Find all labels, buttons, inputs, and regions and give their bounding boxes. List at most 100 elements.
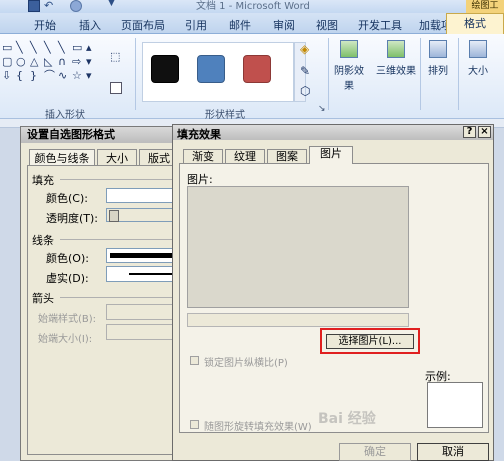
redo-icon[interactable] <box>70 0 82 12</box>
help-button[interactable]: ? <box>463 126 476 138</box>
shape-rect-icon[interactable]: ▭ <box>72 42 82 53</box>
size-label: 大小 <box>468 66 488 77</box>
picture-name-field <box>187 313 409 327</box>
shape-oval-icon[interactable]: ○ <box>16 56 26 67</box>
undo-icon[interactable]: ↶ <box>44 0 53 12</box>
shape-arrow-icon[interactable]: ⇩ <box>2 70 11 81</box>
style-swatch-red[interactable] <box>243 55 271 83</box>
colors-lines-panel: 填充 颜色(C): 透明度(T): 线条 颜色(O): 虚实(D): 箭头 始端… <box>27 165 187 455</box>
section-divider <box>60 239 180 240</box>
3d-effects-label: 三维效果 <box>376 66 416 77</box>
shapes-scroll-up-icon[interactable]: ▴ <box>86 42 92 53</box>
shape-rounded-rect-icon[interactable]: ▢ <box>2 56 12 67</box>
picture-preview-area <box>187 186 409 308</box>
tab-page-layout[interactable]: 页面布局 <box>121 17 165 33</box>
save-icon[interactable] <box>28 0 40 12</box>
shadow-effects-button[interactable]: 阴影效果 <box>331 38 367 98</box>
arrange-label: 排列 <box>428 66 448 77</box>
fill-section-title: 填充 <box>32 174 54 187</box>
shape-curve-icon[interactable]: ∿ <box>58 70 67 81</box>
picture-label: 图片: <box>187 173 213 186</box>
quick-access-more-icon[interactable]: ▼ <box>108 0 115 8</box>
dash-label: 虚实(D): <box>46 272 89 285</box>
arrange-icon <box>429 40 447 58</box>
tab-developer[interactable]: 开发工具 <box>358 17 402 33</box>
change-shape-icon[interactable]: ⬡ <box>300 84 310 98</box>
drawing-tools-context-label: 绘图工 <box>466 0 504 13</box>
lock-aspect-label: 锁定图片纵横比(P) <box>204 358 288 369</box>
transparency-label: 透明度(T): <box>46 212 99 225</box>
section-divider <box>60 179 180 180</box>
tab-references[interactable]: 引用 <box>185 17 207 33</box>
cancel-button[interactable]: 取消 <box>417 443 489 461</box>
tab-colors-lines[interactable]: 颜色与线条 <box>29 149 95 166</box>
ribbon-separator <box>328 38 329 110</box>
tab-mailings[interactable]: 邮件 <box>229 17 251 33</box>
tab-home[interactable]: 开始 <box>34 17 56 33</box>
shapes-scroll-down-icon[interactable]: ▾ <box>86 56 92 67</box>
edit-points-icon[interactable]: ⬚ <box>110 50 120 63</box>
fill-color-label: 颜色(C): <box>46 192 88 205</box>
fill-bucket-icon[interactable]: ◈ <box>300 42 309 56</box>
tab-format[interactable]: 格式 <box>446 13 504 34</box>
style-swatch-black[interactable] <box>151 55 179 83</box>
3d-effects-button[interactable]: 三维效果 <box>376 38 416 98</box>
shadow-effects-icon <box>340 40 358 58</box>
tab-picture[interactable]: 图片 <box>309 146 353 164</box>
shadow-effects-label: 阴影效果 <box>334 66 364 92</box>
picture-panel: 图片: 选择图片(L)... 锁定图片纵横比(P) 示例: 随图形旋转填充效果(… <box>179 163 489 433</box>
slider-thumb[interactable] <box>109 210 119 222</box>
shape-line-icon[interactable]: ╲ <box>58 42 65 53</box>
select-picture-button[interactable]: 选择图片(L)... <box>326 334 414 349</box>
lock-aspect-checkbox[interactable] <box>190 356 199 365</box>
shape-line-icon[interactable]: ╲ <box>16 42 23 53</box>
shape-brace-icon[interactable]: { <box>16 70 23 81</box>
fill-effects-title-bar: 填充效果 ? × <box>173 125 493 141</box>
format-autoshape-dialog: 设置自选图形格式 颜色与线条 大小 版式 填充 颜色(C): 透明度(T): 线… <box>20 126 188 461</box>
tab-gradient[interactable]: 渐变 <box>183 149 223 163</box>
shape-brace-icon[interactable]: } <box>30 70 37 81</box>
begin-style-label: 始端样式(B): <box>38 314 97 325</box>
line-color-label: 颜色(O): <box>46 252 89 265</box>
ribbon: ▭ ╲ ╲ ╲ ╲ ▭ ▴ ▢ ○ △ ◺ ∩ ⇨ ▾ ⇩ { } ⌒ ∿ ☆ … <box>0 34 504 121</box>
fill-effects-title: 填充效果 <box>177 128 221 141</box>
shape-star-icon[interactable]: ☆ <box>72 70 82 81</box>
tab-pattern[interactable]: 图案 <box>267 149 307 163</box>
shape-freeform-icon[interactable]: ⌒ <box>44 70 55 81</box>
dialog-launcher-icon[interactable]: ↘ <box>318 104 326 114</box>
shape-triangle-icon[interactable]: △ <box>30 56 38 67</box>
format-autoshape-title: 设置自选图形格式 <box>21 127 187 143</box>
shape-arrow-icon[interactable]: ⇨ <box>72 56 81 67</box>
shapes-more-icon[interactable]: ▾ <box>86 70 92 81</box>
shape-line-icon[interactable]: ╲ <box>44 42 51 53</box>
begin-size-label: 始端大小(I): <box>38 334 93 345</box>
arrange-button[interactable]: 排列 <box>420 38 456 98</box>
window-title: 文档 1 - Microsoft Word <box>196 1 310 12</box>
tab-view[interactable]: 视图 <box>316 17 338 33</box>
shape-style-gallery[interactable] <box>142 42 294 102</box>
size-button[interactable]: 大小 <box>460 38 496 98</box>
ribbon-tab-bar: 开始 插入 页面布局 引用 邮件 审阅 视图 开发工具 加载项 格式 <box>0 13 504 34</box>
lines-section-title: 线条 <box>32 234 54 247</box>
shapes-gallery[interactable]: ▭ ╲ ╲ ╲ ╲ ▭ ▴ ▢ ○ △ ◺ ∩ ⇨ ▾ ⇩ { } ⌒ ∿ ☆ … <box>2 42 102 86</box>
rotate-with-shape-checkbox[interactable] <box>190 420 199 429</box>
shape-rect-icon[interactable]: ▭ <box>2 42 12 53</box>
tab-insert[interactable]: 插入 <box>79 17 101 33</box>
tab-texture[interactable]: 纹理 <box>225 149 265 163</box>
shape-triangle-icon[interactable]: ◺ <box>44 56 52 67</box>
select-picture-highlight: 选择图片(L)... <box>320 328 420 354</box>
tab-size[interactable]: 大小 <box>97 149 137 166</box>
section-divider <box>60 297 180 298</box>
close-button[interactable]: × <box>478 126 491 138</box>
style-swatch-blue[interactable] <box>197 55 225 83</box>
outline-pen-icon[interactable]: ✎ <box>300 64 310 78</box>
ok-button[interactable]: 确定 <box>339 443 411 461</box>
shape-line-icon[interactable]: ╲ <box>30 42 37 53</box>
ribbon-separator <box>135 38 136 110</box>
ribbon-separator <box>458 38 459 110</box>
shape-curve-icon[interactable]: ∩ <box>58 56 66 67</box>
tab-review[interactable]: 审阅 <box>273 17 295 33</box>
textbox-icon[interactable] <box>110 82 122 94</box>
size-icon <box>469 40 487 58</box>
word-title-bar: ↶ ▼ 文档 1 - Microsoft Word 绘图工 <box>0 0 504 13</box>
